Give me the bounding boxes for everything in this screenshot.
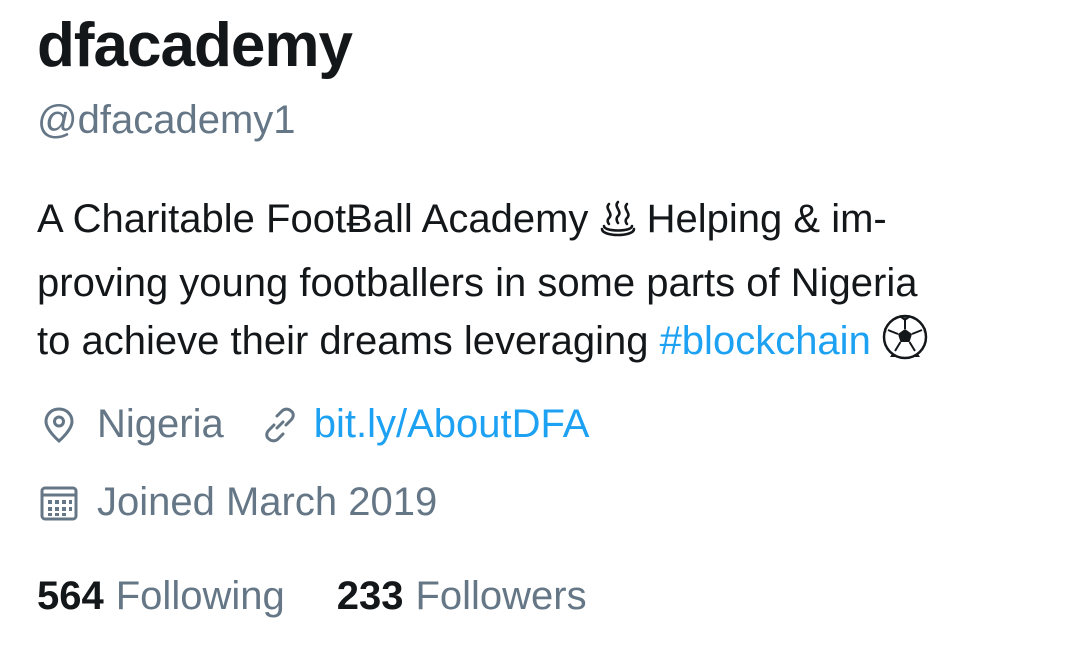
joined-date: Joined March 2019 [97, 480, 438, 524]
bio-text: to achieve their dreams leveraging [37, 319, 660, 363]
followers-count: 233 [336, 574, 404, 618]
bio-line-2: proving young footballers in some parts … [37, 261, 918, 305]
following-count: 564 [37, 574, 104, 618]
bio-text: A Charitable FootɃall Academy [37, 197, 600, 241]
link-icon [258, 403, 302, 447]
location-text: Nigeria [97, 402, 224, 446]
bio-line-3: to achieve their dreams leveraging #bloc… [37, 312, 1047, 376]
profile-meta-location-row: Nigeria bit.ly/AboutDFA [37, 402, 589, 447]
followers-stat[interactable]: 233 Followers [337, 574, 587, 619]
display-name: dfacademy [37, 11, 353, 80]
website-link[interactable]: bit.ly/AboutDFA [314, 402, 590, 447]
location-pin-icon [37, 403, 81, 447]
follow-stats: 564 Following 233 Followers [37, 574, 587, 619]
profile-bio: A Charitable FootɃall Academy Helping & … [37, 190, 1047, 376]
calendar-icon [37, 481, 81, 525]
user-handle: @dfacademy1 [37, 98, 296, 142]
hashtag-link[interactable]: #blockchain [660, 319, 871, 363]
following-label: Following [115, 574, 285, 618]
bio-line-1: A Charitable FootɃall Academy Helping & … [37, 190, 1047, 254]
soccer-ball-icon [882, 314, 928, 376]
following-stat[interactable]: 564 Following [37, 574, 285, 619]
followers-label: Followers [415, 574, 587, 618]
bio-text [871, 319, 882, 363]
hot-springs-icon [600, 196, 636, 254]
bio-text: Helping & im- [635, 197, 887, 241]
profile-meta-joined-row: Joined March 2019 [37, 480, 437, 525]
